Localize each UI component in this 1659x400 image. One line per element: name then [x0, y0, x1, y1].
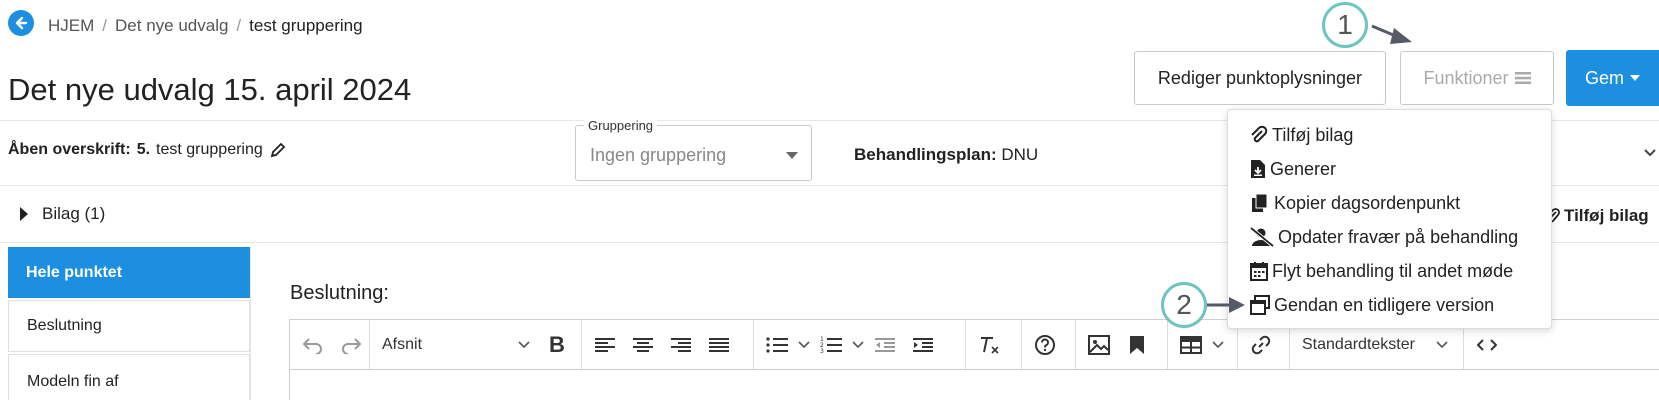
align-right-icon[interactable] — [664, 328, 698, 362]
treatment-plan-value: DNU — [1001, 145, 1039, 164]
align-center-icon[interactable] — [626, 328, 660, 362]
bullet-list-icon[interactable] — [760, 328, 794, 362]
step-marker-1: 1 — [1322, 2, 1368, 48]
treatment-plan: Behandlingsplan: DNU — [854, 145, 1038, 165]
functions-button[interactable]: Funktioner — [1400, 51, 1554, 105]
table-icon[interactable] — [1174, 328, 1208, 362]
menu-item-label: Kopier dagsordenpunkt — [1274, 192, 1461, 213]
bold-icon[interactable]: B — [540, 328, 574, 362]
paperclip-icon — [1251, 125, 1268, 143]
chevron-down-icon[interactable] — [798, 340, 810, 349]
breadcrumb-separator: / — [236, 16, 242, 35]
editor-label: Beslutning: — [290, 282, 389, 304]
caret-right-icon — [20, 207, 28, 221]
standard-texts-select[interactable]: Standardtekster — [1296, 336, 1454, 354]
grouping-label: Gruppering — [584, 118, 658, 133]
chevron-down-icon[interactable] — [1643, 148, 1657, 158]
save-label: Gem — [1584, 67, 1624, 88]
copy-icon — [1252, 193, 1268, 212]
paragraph-format-value: Afsnit — [382, 335, 423, 353]
paragraph-format-select[interactable]: Afsnit — [376, 336, 536, 354]
menu-item-label: Gendan en tidligere version — [1274, 294, 1495, 315]
open-heading-value: test gruppering — [156, 141, 263, 158]
menu-item-generate[interactable]: Generer — [1228, 152, 1551, 186]
outdent-icon[interactable] — [868, 328, 902, 362]
chevron-down-icon — [1436, 340, 1448, 348]
attachments-toggle[interactable]: Bilag (1) — [20, 204, 105, 224]
functions-menu: Tilføj bilag Generer Kopier dagsordenpun… — [1227, 109, 1552, 329]
divider — [250, 247, 251, 400]
step-marker-2: 2 — [1161, 282, 1207, 328]
calendar-icon — [1250, 262, 1268, 281]
breadcrumb-home[interactable]: HJEM — [48, 16, 94, 36]
chevron-down-icon[interactable] — [1212, 340, 1224, 349]
menu-item-restore-previous-version[interactable]: Gendan en tidligere version — [1228, 288, 1551, 322]
menu-item-add-attachment[interactable]: Tilføj bilag — [1228, 118, 1551, 152]
save-button[interactable]: Gem — [1566, 50, 1659, 106]
bookmark-icon[interactable] — [1120, 328, 1154, 362]
align-justify-icon[interactable] — [702, 328, 736, 362]
menu-item-label: Opdater fravær på behandling — [1278, 226, 1519, 247]
chevron-down-icon — [518, 340, 530, 348]
attachments-label: Bilag (1) — [42, 204, 106, 223]
functions-label: Funktioner — [1423, 67, 1509, 88]
step-2-arrow — [1207, 297, 1245, 313]
menu-item-label: Generer — [1270, 158, 1337, 179]
edit-item-info-button[interactable]: Rediger punktoplysninger — [1134, 51, 1386, 105]
chevron-down-icon[interactable] — [852, 340, 864, 349]
menu-item-move-to-other-meeting[interactable]: Flyt behandling til andet møde — [1228, 254, 1551, 288]
undo-icon[interactable] — [296, 328, 330, 362]
numbered-list-icon[interactable]: 123 — [814, 328, 848, 362]
caret-down-icon — [786, 152, 798, 159]
pencil-icon[interactable] — [269, 141, 287, 159]
edit-item-info-label: Rediger punktoplysninger — [1157, 67, 1363, 88]
treatment-plan-label: Behandlingsplan: — [854, 145, 997, 164]
file-download-icon — [1251, 160, 1265, 178]
menu-item-update-absence[interactable]: Opdater fravær på behandling — [1228, 220, 1551, 254]
step-1-arrow — [1371, 24, 1412, 44]
menu-item-label: Flyt behandling til andet møde — [1272, 260, 1514, 281]
editor-content[interactable] — [289, 370, 1659, 400]
add-attachment-label: Tilføj bilag — [1564, 206, 1649, 225]
link-icon[interactable] — [1244, 328, 1278, 362]
breadcrumb: HJEM / Det nye udvalg / test gruppering — [48, 16, 363, 36]
menu-item-copy-agenda-item[interactable]: Kopier dagsordenpunkt — [1228, 186, 1551, 220]
window-restore-icon — [1250, 295, 1270, 315]
breadcrumb-parent[interactable]: Det nye udvalg — [115, 16, 228, 36]
sidebar-item-whole-item[interactable]: Hele punktet — [8, 247, 250, 298]
page-title: Det nye udvalg 15. april 2024 — [8, 72, 412, 107]
user-slash-icon — [1250, 227, 1274, 247]
align-left-icon[interactable] — [588, 328, 622, 362]
grouping-value: Ingen gruppering — [590, 145, 727, 165]
source-code-icon[interactable] — [1470, 328, 1504, 362]
breadcrumb-separator: / — [102, 16, 108, 35]
redo-icon[interactable] — [334, 328, 368, 362]
sidebar-item-decision[interactable]: Beslutning — [8, 300, 250, 352]
back-icon[interactable] — [8, 10, 34, 36]
menu-item-label: Tilføj bilag — [1272, 124, 1354, 145]
help-icon[interactable] — [1028, 328, 1062, 362]
open-heading-label: Åben overskrift: — [8, 141, 131, 158]
menu-bars-icon — [1514, 72, 1531, 84]
indent-icon[interactable] — [906, 328, 940, 362]
add-attachment-link[interactable]: Tilføj bilag — [1546, 206, 1649, 226]
open-heading-number: 5. — [136, 141, 151, 158]
sidebar-item-more[interactable]: Modeln fin af — [8, 354, 250, 400]
standard-texts-value: Standardtekster — [1302, 335, 1415, 353]
open-heading: Åben overskrift: 5. test gruppering — [8, 141, 287, 159]
clear-formatting-icon[interactable] — [972, 328, 1006, 362]
caret-down-icon — [1630, 74, 1640, 81]
image-icon[interactable] — [1082, 328, 1116, 362]
breadcrumb-current: test gruppering — [249, 16, 363, 35]
svg-text:3: 3 — [820, 348, 824, 354]
